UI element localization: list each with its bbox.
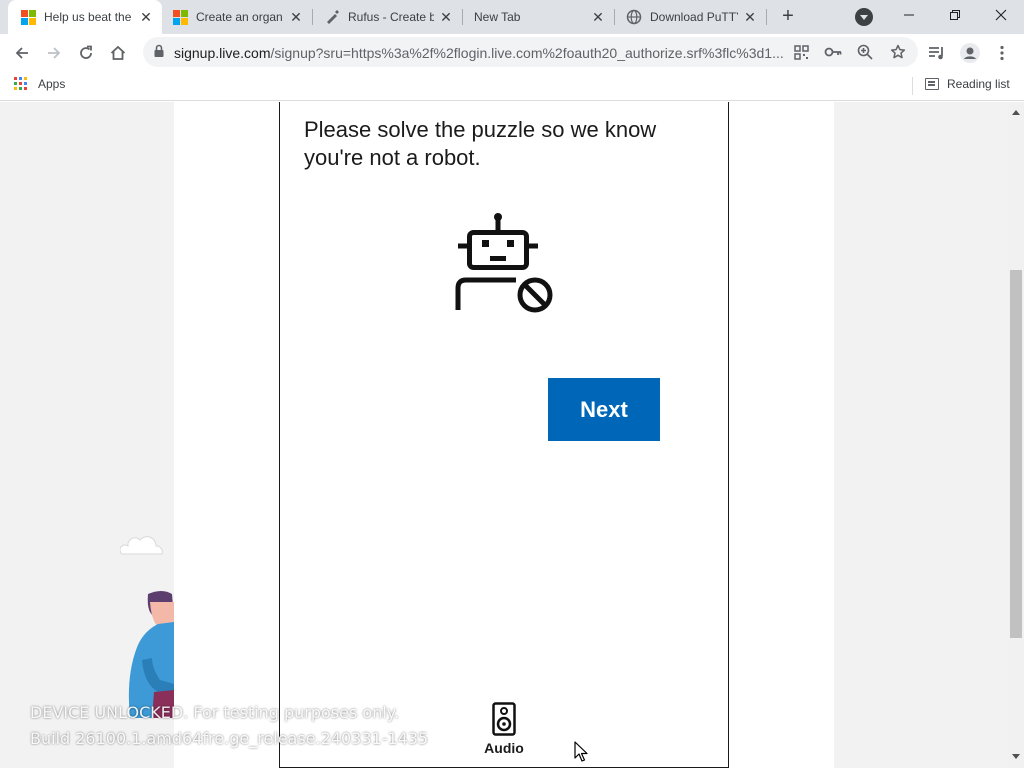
tab-title: Download PuTTY — [650, 10, 738, 24]
apps-label: Apps — [38, 77, 66, 91]
tab-title: Help us beat the — [44, 10, 132, 24]
vertical-scrollbar[interactable] — [1008, 102, 1024, 768]
audio-label: Audio — [484, 740, 524, 756]
address-bar[interactable]: signup.live.com/signup?sru=https%3a%2f%2… — [143, 37, 918, 67]
more-menu-icon[interactable] — [990, 41, 1014, 65]
tab-strip: Help us beat the ✕ Create an organ ✕ Ruf… — [0, 0, 1024, 34]
tab-download-putty[interactable]: Download PuTTY ✕ — [614, 0, 766, 34]
puzzle-instruction: Please solve the puzzle so we know you'r… — [304, 117, 657, 170]
audio-button[interactable]: Audio — [480, 702, 528, 756]
profile-avatar-icon[interactable] — [958, 41, 982, 65]
tab-separator — [766, 9, 767, 25]
browser-toolbar: signup.live.com/signup?sru=https%3a%2f%2… — [0, 34, 1024, 71]
rufus-usb-icon — [324, 9, 340, 25]
new-tab-button[interactable]: + — [776, 5, 800, 29]
media-controls-icon[interactable] — [925, 41, 949, 65]
tab-title: New Tab — [474, 10, 521, 24]
person-illustration — [128, 591, 174, 718]
microsoft-logo-icon — [172, 9, 188, 25]
minimize-button[interactable] — [886, 0, 932, 30]
home-button[interactable] — [105, 40, 131, 66]
reading-list-icon — [925, 78, 939, 90]
key-icon[interactable] — [823, 42, 843, 62]
scroll-up-arrow-icon[interactable] — [1012, 110, 1020, 115]
robot-blocked-icon — [455, 213, 553, 313]
close-tab-icon[interactable]: ✕ — [590, 9, 606, 25]
apps-shortcut[interactable]: Apps — [14, 77, 65, 91]
cloud-illustration — [120, 536, 163, 555]
tab-new-tab[interactable]: New Tab ✕ — [462, 0, 614, 34]
reload-button[interactable] — [73, 40, 99, 66]
tab-title: Create an organ — [196, 10, 283, 24]
close-tab-icon[interactable]: ✕ — [138, 9, 154, 25]
url-path: /signup?sru=https%3a%2f%2flogin.live.com… — [270, 45, 784, 61]
scrollbar-thumb[interactable] — [1010, 270, 1022, 638]
page-content: Please solve the puzzle so we know you'r… — [0, 102, 1008, 768]
watermark-line-2: Build 26100.1.amd64fre.ge_release.240331… — [30, 729, 429, 748]
forward-button[interactable] — [41, 40, 67, 66]
speaker-icon — [492, 702, 516, 736]
back-button[interactable] — [9, 40, 35, 66]
globe-icon — [626, 9, 642, 25]
tab-search-button[interactable] — [855, 8, 873, 26]
scroll-down-arrow-icon[interactable] — [1012, 754, 1020, 759]
zoom-icon[interactable] — [855, 42, 875, 62]
bookmark-star-icon[interactable] — [888, 42, 908, 62]
mouse-cursor-icon — [574, 741, 588, 762]
reading-list-label: Reading list — [947, 77, 1010, 91]
bookmarks-bar: Apps Reading list — [0, 71, 1024, 101]
restore-button[interactable] — [932, 0, 978, 30]
url-host: signup.live.com — [174, 45, 271, 61]
watermark-line-1: DEVICE UNLOCKED. For testing purposes on… — [30, 703, 400, 722]
apps-grid-icon — [14, 77, 28, 91]
reading-list-button[interactable]: Reading list — [925, 77, 1010, 91]
tab-rufus[interactable]: Rufus - Create b ✕ — [312, 0, 462, 34]
os-watermark: DEVICE UNLOCKED. For testing purposes on… — [30, 700, 428, 752]
tab-title: Rufus - Create b — [348, 10, 434, 24]
next-button[interactable]: Next — [548, 378, 660, 441]
close-window-button[interactable] — [978, 0, 1024, 30]
close-tab-icon[interactable]: ✕ — [438, 9, 454, 25]
microsoft-logo-icon — [20, 9, 36, 25]
captcha-frame: Please solve the puzzle so we know you'r… — [279, 102, 729, 768]
qr-code-icon[interactable] — [791, 42, 811, 62]
lock-icon[interactable] — [153, 44, 165, 63]
close-tab-icon[interactable]: ✕ — [742, 9, 758, 25]
close-tab-icon[interactable]: ✕ — [288, 9, 304, 25]
url-text[interactable]: signup.live.com/signup?sru=https%3a%2f%2… — [174, 45, 784, 61]
bookmarks-divider — [912, 77, 913, 95]
tab-create-organization[interactable]: Create an organ ✕ — [160, 0, 312, 34]
tab-help-us-beat[interactable]: Help us beat the ✕ — [8, 0, 162, 34]
